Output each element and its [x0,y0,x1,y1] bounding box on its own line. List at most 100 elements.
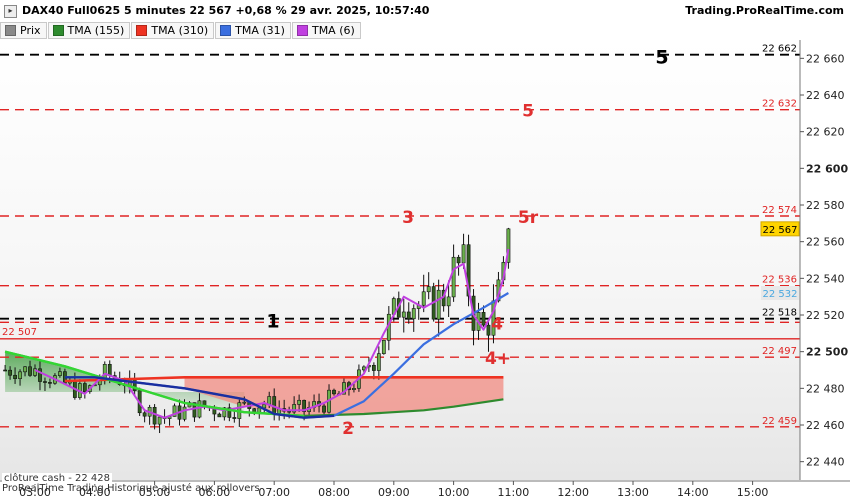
legend-item-tma155[interactable]: TMA (155) [47,22,131,39]
candle-body [23,366,27,373]
candle-body [242,401,247,404]
y-tick-label: 22 600 [806,162,848,175]
candle-body [421,291,426,306]
candle-body [107,364,112,376]
y-tick-label: 22 620 [806,126,845,139]
x-tick-label: 12:00 [557,486,589,499]
candle-body [28,366,32,376]
level-label: 22 507 [2,327,37,338]
candle-body [322,405,326,413]
y-tick-label: 22 440 [806,456,845,469]
level-marker: 4 [491,314,503,334]
candle-body [436,289,441,320]
candle-body [352,388,356,390]
x-tick-label: 07:00 [258,486,290,499]
x-tick-label: 14:00 [677,486,709,499]
x-tick-label: 11:00 [498,486,530,499]
y-tick-label: 22 540 [806,272,845,285]
level-label: 22 459 [762,416,797,427]
candle-body [13,374,17,379]
legend-item-tma31[interactable]: TMA (31) [215,22,291,39]
candle-body [376,353,381,371]
level-label: 22 662 [762,44,797,55]
candle-body [82,383,87,393]
x-tick-label: 10:00 [438,486,470,499]
legend-label: TMA (310) [151,24,209,37]
legend-swatch [136,25,148,36]
x-tick-label: 08:00 [318,486,350,499]
y-tick-label: 22 640 [806,89,845,102]
candle-body [267,396,272,405]
level-label: 22 518 [762,308,797,319]
candle-body [287,410,292,413]
legend-item-tma310[interactable]: TMA (310) [131,22,215,39]
candle-body [461,244,466,264]
level-label: 22 536 [762,275,797,286]
legend-label: TMA (155) [67,24,125,37]
legend-item-tma6[interactable]: TMA (6) [291,22,361,39]
legend-label: TMA (31) [235,24,285,37]
candle-body [157,416,162,425]
legend-swatch [220,25,232,36]
level-label: 22 497 [762,346,797,357]
candle-body [38,368,42,382]
y-tick-label: 22 580 [806,199,845,212]
candle-body [3,369,8,372]
annotation-label: 22 532 [763,289,798,300]
price-chart: 22 662 22 632 22 574 22 536 22 518 22 507 22 4… [0,40,850,500]
x-tick-label: 13:00 [617,486,649,499]
candle-body [486,324,491,336]
level-marker: 5 [522,102,534,122]
annotation-label: 5r [518,208,539,228]
level-label: 22 632 [762,99,797,110]
chart-title: DAX40 Full0625 5 minutes 22 567 +0,68 % … [22,4,430,17]
brand-label: Trading.ProRealTime.com [685,4,844,17]
candle-body [232,417,237,419]
candle-body [142,412,147,417]
candle-body [456,256,461,264]
candle-body [426,286,431,293]
plot-background [0,40,800,480]
candle-body [217,413,222,418]
candle-body [371,364,376,371]
legend-bar: Prix TMA (155) TMA (310) TMA (31) TMA (6… [0,22,362,39]
collapse-button[interactable]: ▸ [4,5,17,18]
x-tick-label: 09:00 [378,486,410,499]
level-marker: 4+ [485,349,511,369]
y-tick-label: 22 660 [806,52,845,65]
y-tick-label: 22 460 [806,419,845,432]
candle-body [446,296,451,307]
legend-swatch [5,25,16,36]
legend-label: TMA (6) [311,24,355,37]
candle-body [381,339,386,354]
y-tick-label: 22 480 [806,382,845,395]
candle-body [481,312,486,326]
candle-body [182,406,187,420]
candle-body [297,399,302,405]
candle-body [411,308,416,320]
candle-body [451,256,456,298]
candle-body [152,406,157,425]
level-marker: 1 [266,311,279,333]
candle-body [58,371,62,376]
level-marker: 5 [655,47,668,69]
legend-swatch [52,25,64,36]
y-axis-bg [800,40,850,480]
chart-footer: clôture cash - 22 428 ProRealTime Tradin… [2,473,260,494]
legend-swatch [296,25,308,36]
candle-body [43,381,47,383]
candle-body [401,311,406,318]
level-label: 22 574 [762,205,797,216]
candle-body [18,371,22,379]
legend-label: Prix [20,24,41,37]
x-tick-label: 15:00 [737,486,769,499]
y-tick-label: 22 520 [806,309,845,322]
footer-note: ProRealTime Trading Historique ajusté au… [2,483,260,494]
last-price-label: 22 567 [763,225,798,236]
level-marker: 3 [402,208,414,228]
legend-item-prix[interactable]: Prix [0,22,47,39]
candle-body [332,389,336,395]
level-marker: 2 [342,419,354,439]
candle-body [48,382,52,384]
y-tick-label: 22 560 [806,236,845,249]
